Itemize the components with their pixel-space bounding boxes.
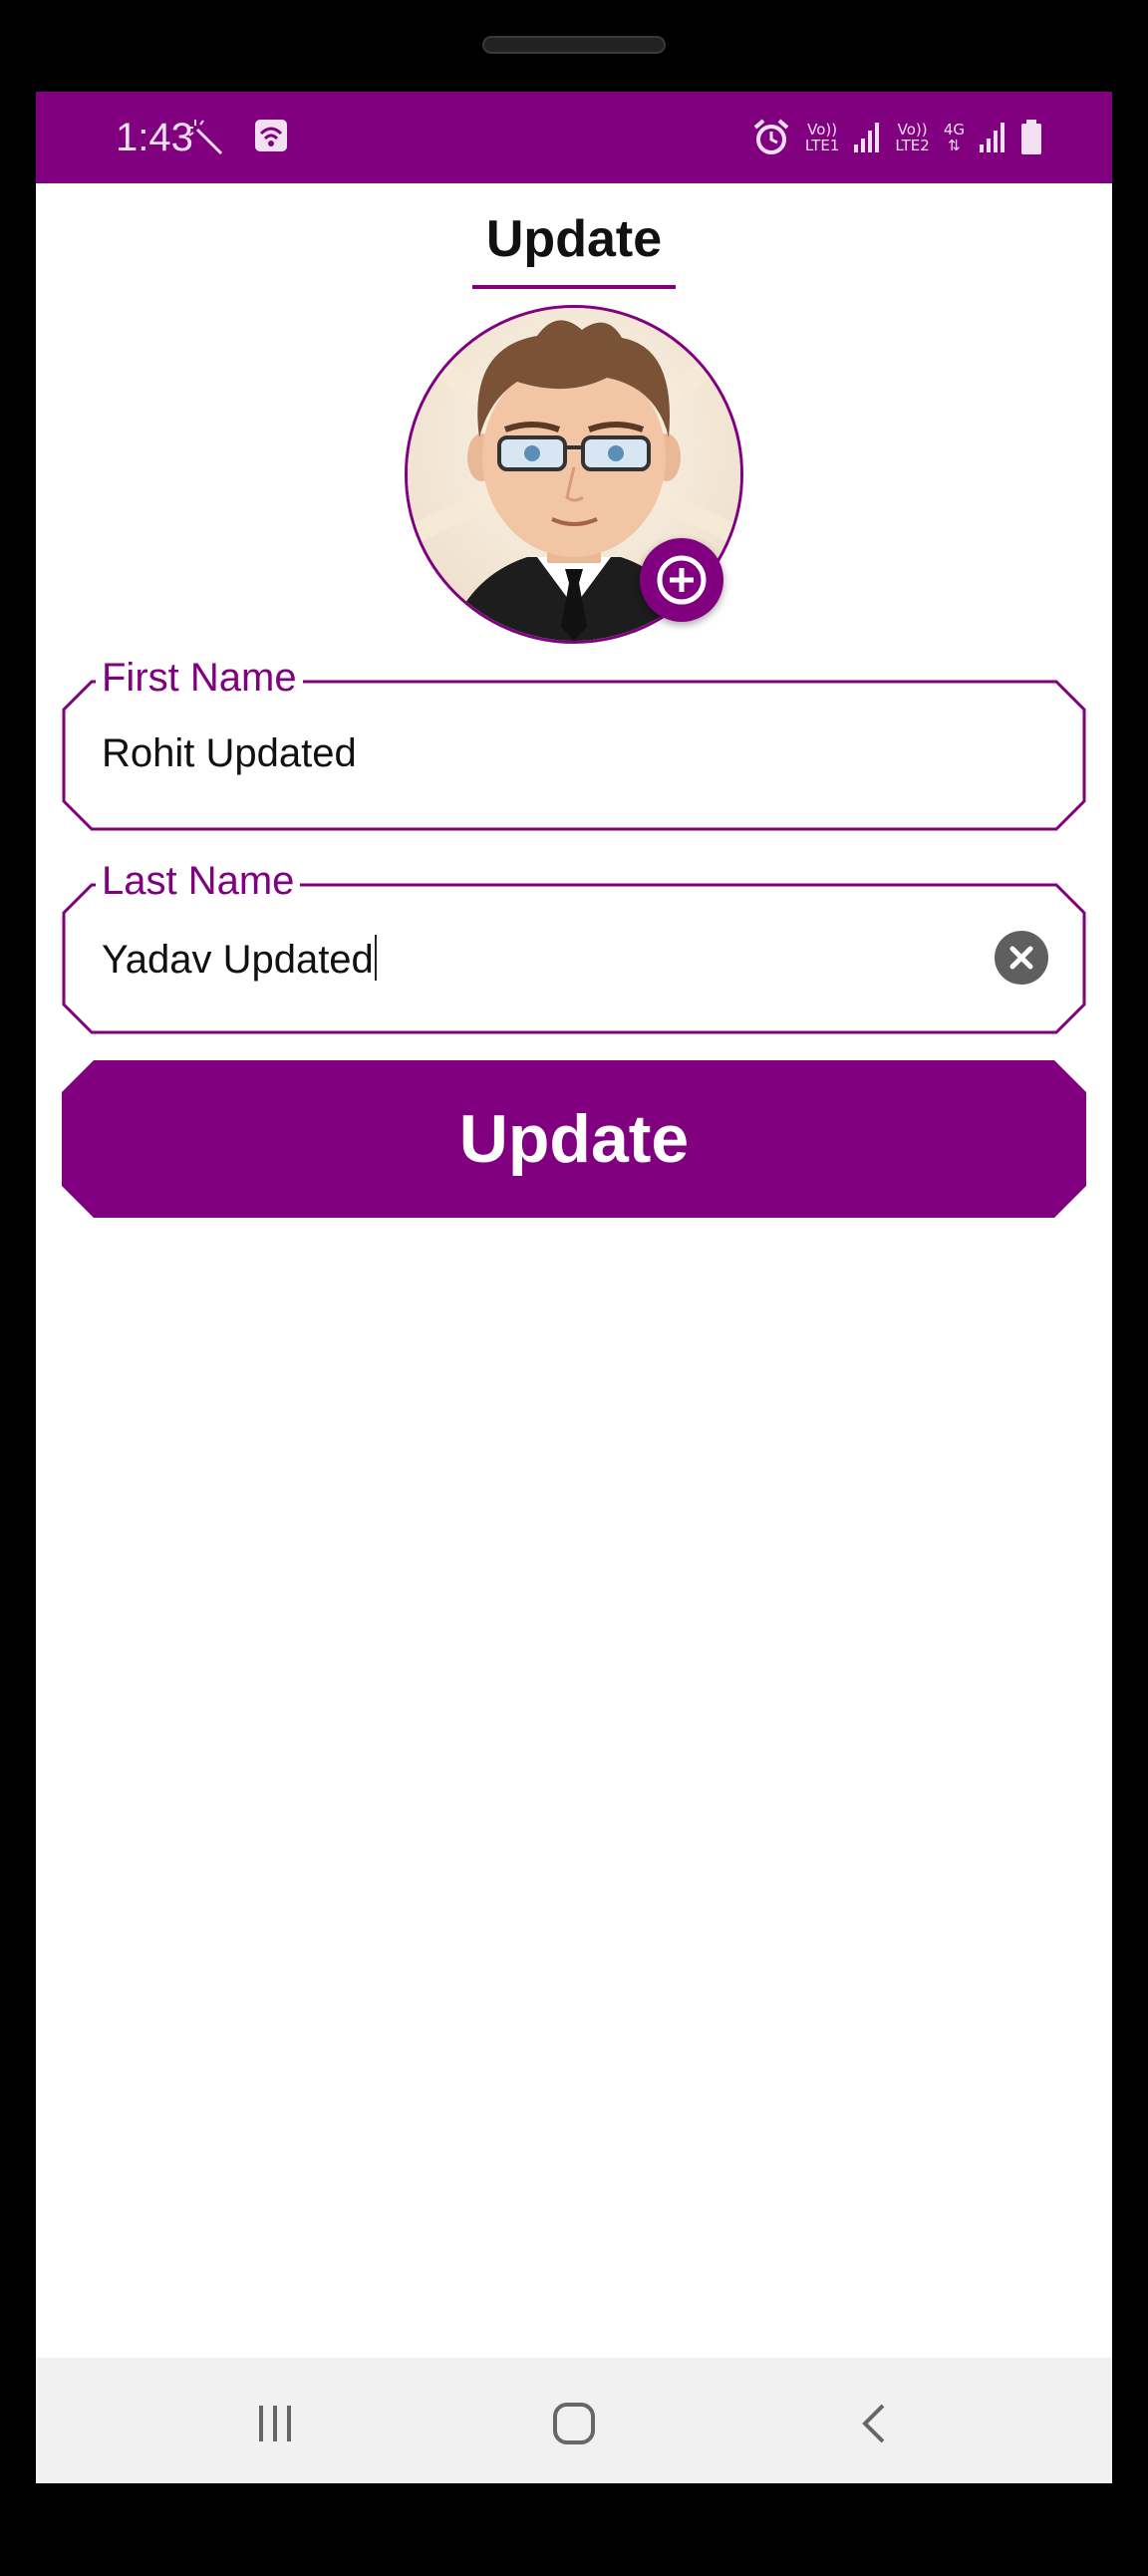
last-name-field[interactable]: Last Name Yadav Updated bbox=[62, 859, 1086, 1034]
earpiece-speaker bbox=[482, 36, 666, 54]
network-1-top: Vo)) bbox=[807, 121, 838, 139]
first-name-label: First Name bbox=[96, 656, 303, 701]
clear-icon bbox=[1009, 946, 1033, 970]
status-indicators: Vo)) LTE1 Vo)) LTE2 4G ⇅ bbox=[751, 112, 1042, 163]
status-time: 1:43 bbox=[116, 116, 193, 159]
status-bar: 1:43 Vo)) LTE1 Vo)) LTE2 4G ⇅ bbox=[36, 92, 1112, 183]
page-title: Update bbox=[485, 210, 663, 268]
home-button[interactable] bbox=[544, 2394, 604, 2453]
system-nav-bar bbox=[36, 2358, 1112, 2483]
network-3: 4G ⇅ bbox=[944, 122, 965, 153]
text-caret bbox=[374, 935, 377, 981]
back-button[interactable] bbox=[845, 2394, 905, 2453]
first-name-field[interactable]: First Name Rohit Updated bbox=[62, 656, 1086, 831]
battery-icon bbox=[1021, 120, 1041, 154]
add-photo-button[interactable] bbox=[640, 538, 723, 622]
phone-frame: 1:43 Vo)) LTE1 Vo)) LTE2 4G ⇅ Update Fir… bbox=[0, 0, 1148, 2576]
add-circle-icon bbox=[657, 555, 707, 605]
signal-icon bbox=[980, 123, 1004, 152]
network-2: Vo)) LTE2 bbox=[895, 122, 929, 153]
first-name-input[interactable]: Rohit Updated bbox=[102, 731, 357, 776]
alarm-icon bbox=[753, 119, 789, 154]
network-1-bottom: LTE1 bbox=[804, 137, 840, 154]
data-arrows-icon: ⇅ bbox=[948, 137, 961, 154]
back-icon bbox=[862, 2404, 885, 2443]
wifi-icon bbox=[255, 120, 287, 151]
home-icon bbox=[553, 2403, 595, 2444]
network-3-top: 4G bbox=[943, 121, 965, 139]
recent-apps-button[interactable] bbox=[245, 2394, 305, 2453]
last-name-input-wrap[interactable]: Yadav Updated bbox=[102, 935, 377, 983]
title-underline bbox=[472, 285, 676, 289]
screen: 1:43 Vo)) LTE1 Vo)) LTE2 4G ⇅ Update Fir… bbox=[36, 92, 1112, 2483]
magic-wand-icon bbox=[188, 120, 223, 155]
clear-last-name-button[interactable] bbox=[995, 931, 1048, 985]
last-name-label: Last Name bbox=[96, 859, 301, 904]
signal-icon bbox=[854, 123, 880, 152]
recent-apps-icon bbox=[259, 2406, 291, 2441]
network-1: Vo)) LTE1 bbox=[805, 122, 839, 153]
update-button[interactable]: Update bbox=[62, 1060, 1086, 1218]
network-2-bottom: LTE2 bbox=[895, 137, 930, 154]
last-name-input[interactable]: Yadav Updated bbox=[102, 938, 374, 982]
network-2-top: Vo)) bbox=[897, 121, 928, 139]
